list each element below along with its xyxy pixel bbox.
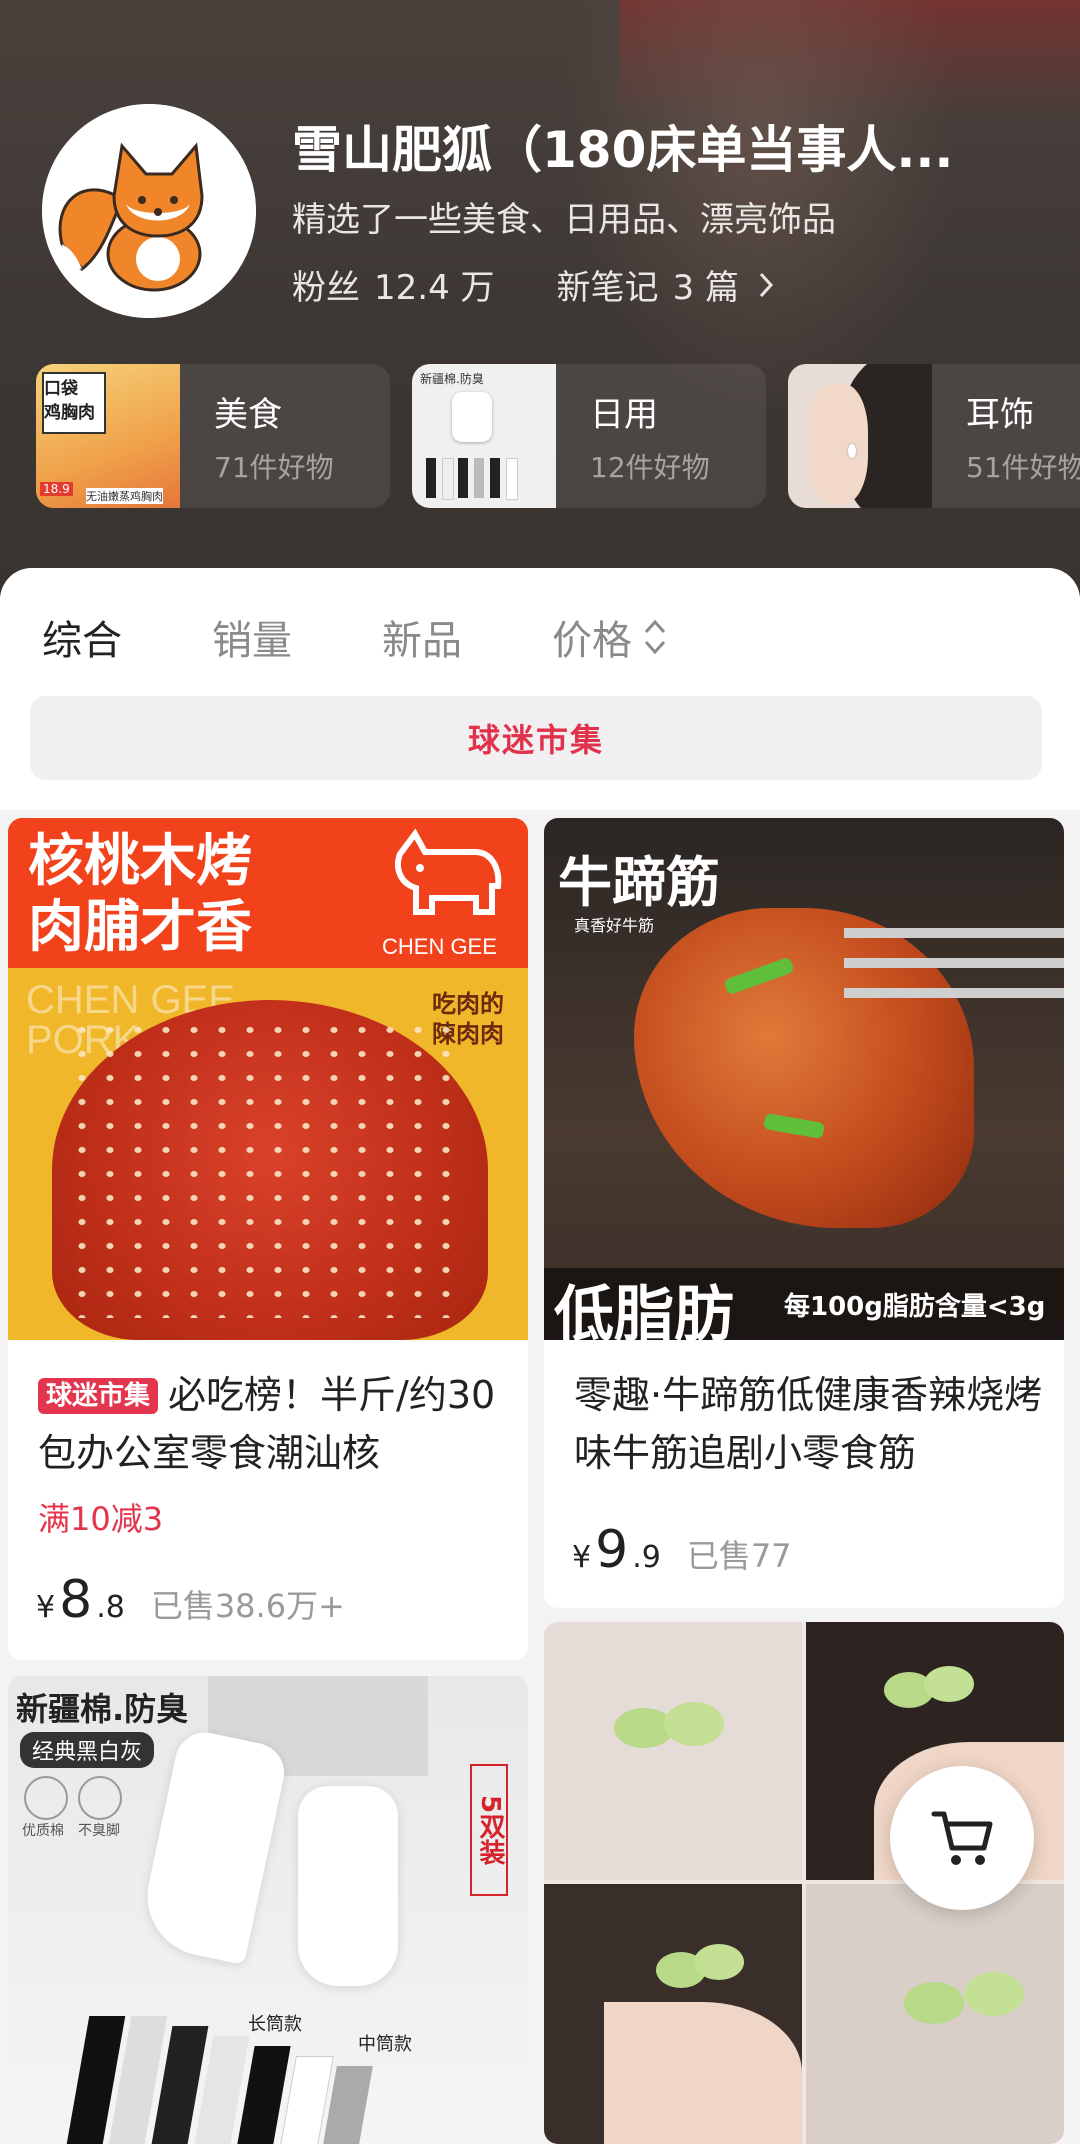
shop-stats: 粉丝 12.4 万 新笔记 3 篇: [292, 260, 775, 309]
product-title: 零趣·牛蹄筋低健康香辣烧烤味牛筋追剧小零食筋: [574, 1373, 1043, 1475]
shopping-cart-icon: [931, 1811, 993, 1865]
thumb-text: 新疆棉.防臭: [420, 372, 484, 386]
product-price: ¥ 8 .8 已售38.6万+: [36, 1570, 345, 1630]
image-note: 每100g脂肪含量<3g: [784, 1292, 1046, 1322]
category-row: 口袋 鸡胸肉 18.9 无油嫩蒸鸡胸肉 美食 71件好物 新疆棉.防臭 日用 1…: [36, 364, 1080, 508]
tab-new[interactable]: 新品: [382, 608, 462, 666]
tab-overall[interactable]: 综合: [42, 608, 122, 666]
product-image: 牛蹄筋 真香好牛筋 低脂肪 每100g脂肪含量<3g: [544, 818, 1064, 1340]
shop-description: 精选了一些美食、日用品、漂亮饰品: [292, 200, 836, 240]
fans-label: 粉丝: [292, 268, 360, 308]
product-price: ¥ 9 .9 已售77: [572, 1520, 792, 1580]
image-label: 长筒款: [248, 2014, 302, 2035]
tab-sales[interactable]: 销量: [212, 608, 292, 666]
product-title: 球迷市集 必吃榜！半斤/约30包办公室零食潮汕核: [38, 1366, 508, 1482]
product-image: 核桃木烤 肉脯才香 CHEN GEE CHEN GEE PORK 吃肉的 陳肉肉: [8, 818, 528, 1340]
fox-logo-icon: [42, 104, 256, 318]
category-card-daily[interactable]: 新疆棉.防臭 日用 12件好物: [412, 364, 766, 508]
thumb-caption: 无油嫩蒸鸡胸肉: [86, 488, 163, 504]
price-integer: 9: [595, 1520, 629, 1580]
category-thumb-food: 口袋 鸡胸肉 18.9 无油嫩蒸鸡胸肉: [36, 364, 180, 508]
sort-tabs: 综合 销量 新品 价格: [42, 608, 668, 666]
category-count: 71件好物: [214, 450, 334, 484]
thumb-text: 口袋: [44, 379, 78, 399]
image-headline: 核桃木烤: [28, 829, 252, 894]
sold-count: 已售38.6万+: [150, 1587, 345, 1625]
image-headline: 肉脯才香: [28, 895, 252, 960]
notes-link[interactable]: 新笔记 3 篇: [557, 260, 775, 309]
image-icon-label: 不臭脚: [78, 1823, 120, 1839]
price-decimal: .8: [96, 1590, 125, 1625]
image-icon-label: 优质棉: [22, 1823, 64, 1839]
category-card-food[interactable]: 口袋 鸡胸肉 18.9 无油嫩蒸鸡胸肉 美食 71件好物: [36, 364, 390, 508]
notes-count: 3 篇: [672, 268, 739, 308]
product-image: 新疆棉.防臭 经典黑白灰 优质棉 不臭脚 5双装 长筒款 中筒款: [8, 1676, 528, 2144]
shop-name: 雪山肥狐（180床单当事人...: [292, 121, 954, 179]
image-subtitle: 真香好牛筋: [574, 916, 655, 935]
category-card-earrings[interactable]: 耳饰 51件好物: [788, 364, 1080, 508]
shop-header: 雪山肥狐（180床单当事人... 精选了一些美食、日用品、漂亮饰品 粉丝 12.…: [0, 0, 1080, 600]
promo-banner[interactable]: 球迷市集: [30, 696, 1042, 780]
image-headline: 牛蹄筋: [558, 851, 720, 914]
category-count: 51件好物: [966, 450, 1080, 484]
sold-count: 已售77: [686, 1537, 792, 1575]
category-thumb-daily: 新疆棉.防臭: [412, 364, 556, 508]
thumb-text: 鸡胸肉: [44, 403, 95, 423]
product-card-tendon[interactable]: 牛蹄筋 真香好牛筋 低脂肪 每100g脂肪含量<3g 零趣·牛蹄筋低健康香辣烧烤…: [544, 818, 1064, 1608]
sort-updown-icon: [644, 619, 666, 655]
category-title: 日用: [590, 394, 658, 435]
chevron-right-icon: [759, 272, 773, 297]
product-promo: 满10减3: [38, 1500, 164, 1538]
fans-count: 12.4 万: [374, 268, 495, 308]
pig-logo-icon: [395, 828, 502, 915]
image-label: 中筒款: [358, 2034, 412, 2055]
currency-symbol: ¥: [36, 1590, 56, 1625]
image-side-label: 5双装: [470, 1764, 508, 1896]
product-tag: 球迷市集: [38, 1378, 159, 1414]
category-title: 耳饰: [966, 394, 1034, 435]
shop-avatar[interactable]: [42, 104, 256, 318]
image-headline: 新疆棉.防臭: [16, 1690, 189, 1728]
cart-button[interactable]: [890, 1766, 1034, 1910]
category-title: 美食: [214, 394, 282, 435]
category-thumb-earrings: [788, 364, 932, 508]
product-card-jerky[interactable]: 核桃木烤 肉脯才香 CHEN GEE CHEN GEE PORK 吃肉的 陳肉肉…: [8, 818, 528, 1660]
image-bottom-text: 低脂肪: [554, 1280, 734, 1340]
category-count: 12件好物: [590, 450, 710, 484]
tab-price[interactable]: 价格: [552, 608, 668, 666]
image-brand: CHEN GEE: [382, 934, 497, 959]
image-badge: 经典黑白灰: [20, 1732, 155, 1768]
tab-price-label: 价格: [552, 618, 632, 664]
thumb-price: 18.9: [40, 482, 73, 496]
price-integer: 8: [59, 1570, 93, 1630]
currency-symbol: ¥: [572, 1540, 592, 1575]
price-decimal: .9: [632, 1540, 661, 1575]
notes-label: 新笔记: [556, 268, 659, 308]
product-card-socks[interactable]: 新疆棉.防臭 经典黑白灰 优质棉 不臭脚 5双装 长筒款 中筒款: [8, 1676, 528, 2144]
